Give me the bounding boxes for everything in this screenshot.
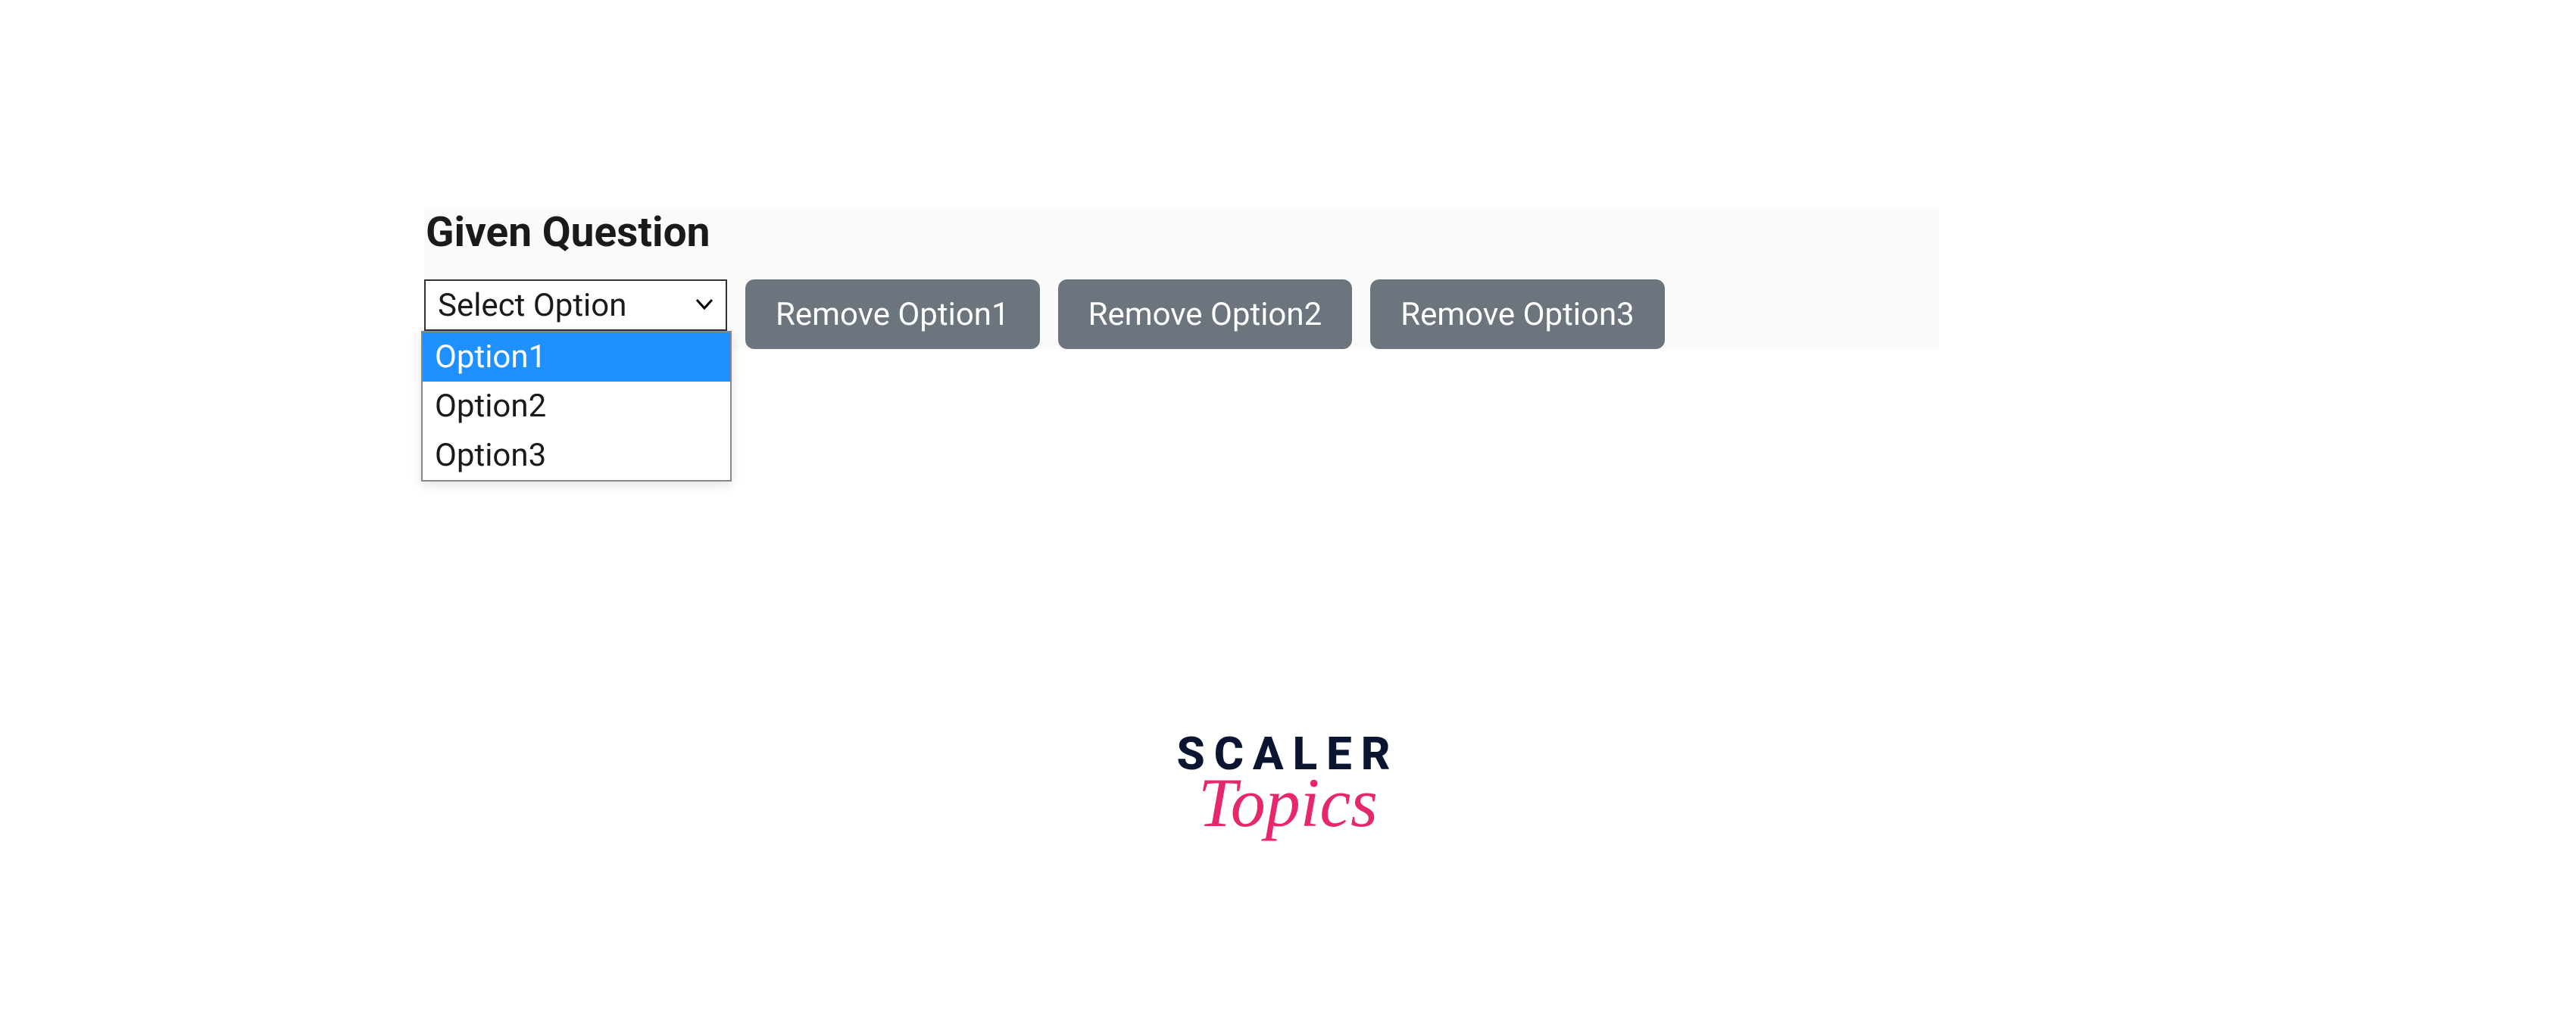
scaler-topics-logo: SCALER Topics (1176, 727, 1399, 843)
select-wrapper: Select Option Option1 Option2 Option3 (424, 279, 727, 349)
dropdown-option-3[interactable]: Option3 (423, 431, 730, 480)
remove-option-2-button[interactable]: Remove Option2 (1058, 279, 1353, 349)
page-title: Given Question (426, 208, 1939, 257)
chevron-down-icon (695, 296, 713, 315)
select-label: Select Option (438, 287, 626, 324)
remove-option-1-button[interactable]: Remove Option1 (745, 279, 1040, 349)
controls-row: Select Option Option1 Option2 Option3 Re… (424, 279, 1939, 349)
remove-option-3-button[interactable]: Remove Option3 (1370, 279, 1665, 349)
dropdown-option-1[interactable]: Option1 (423, 332, 730, 382)
main-panel: Given Question Select Option Option1 Opt… (424, 208, 1939, 349)
select-dropdown[interactable]: Select Option (424, 279, 727, 331)
logo-topics-text: Topics (1176, 762, 1399, 843)
dropdown-list: Option1 Option2 Option3 (421, 331, 732, 482)
dropdown-option-2[interactable]: Option2 (423, 382, 730, 431)
